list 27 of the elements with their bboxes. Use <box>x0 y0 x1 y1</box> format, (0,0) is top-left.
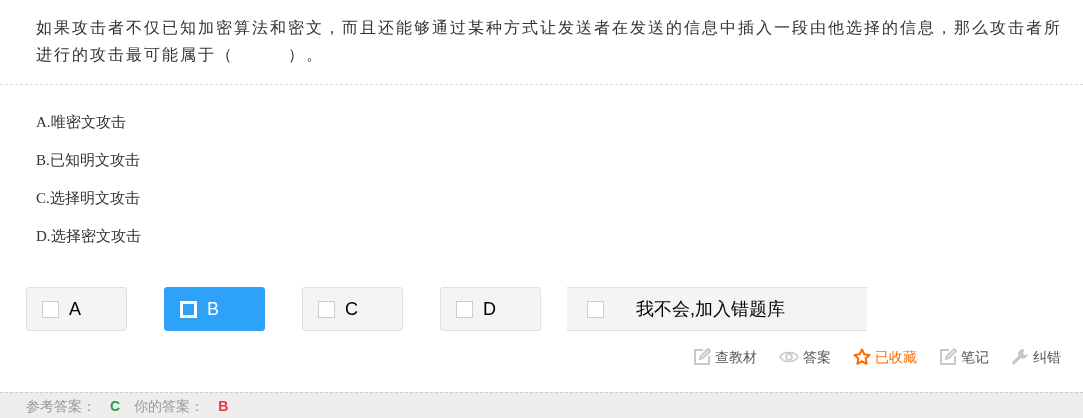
answer-value: C <box>110 396 121 415</box>
option-text: A.唯密文攻击 <box>36 113 127 132</box>
answer-value: B <box>218 396 229 415</box>
eye-icon <box>779 350 799 364</box>
checkbox-icon <box>456 300 473 318</box>
option-text: C.选择明文攻击 <box>36 189 141 208</box>
answer-button[interactable]: A <box>26 287 127 331</box>
checkbox-icon <box>42 300 59 318</box>
edit-icon <box>693 348 711 366</box>
star-icon <box>853 348 871 366</box>
checkbox-icon <box>318 300 335 318</box>
option-text: B.已知明文攻击 <box>36 151 141 170</box>
checkbox-icon <box>180 300 197 318</box>
tool-link[interactable]: 答案 <box>779 346 831 368</box>
wrench-icon <box>1011 348 1029 366</box>
tool-link[interactable]: 纠错 <box>1011 346 1061 368</box>
answer-button[interactable]: C <box>302 287 403 331</box>
answer-button[interactable]: D <box>440 287 541 331</box>
option-text: D.选择密文攻击 <box>36 227 142 246</box>
answer-label: 参考答案： <box>26 396 96 415</box>
unknown-add-to-mistakes-button[interactable]: 我不会,加入错题库 <box>567 287 867 331</box>
question-text: 如果攻击者不仅已知加密算法和密文，而且还能够通过某种方式让发送者在发送的信息中插入一段由他选择的信息，那么攻击者所进行的攻击最可能属于（ ）。 <box>36 18 1063 65</box>
answer-label: 你的答案： <box>134 396 205 415</box>
tool-link[interactable]: 查教材 <box>693 346 757 368</box>
edit-icon <box>939 348 957 366</box>
tool-link[interactable]: 笔记 <box>939 346 989 368</box>
checkbox-icon <box>587 300 604 318</box>
